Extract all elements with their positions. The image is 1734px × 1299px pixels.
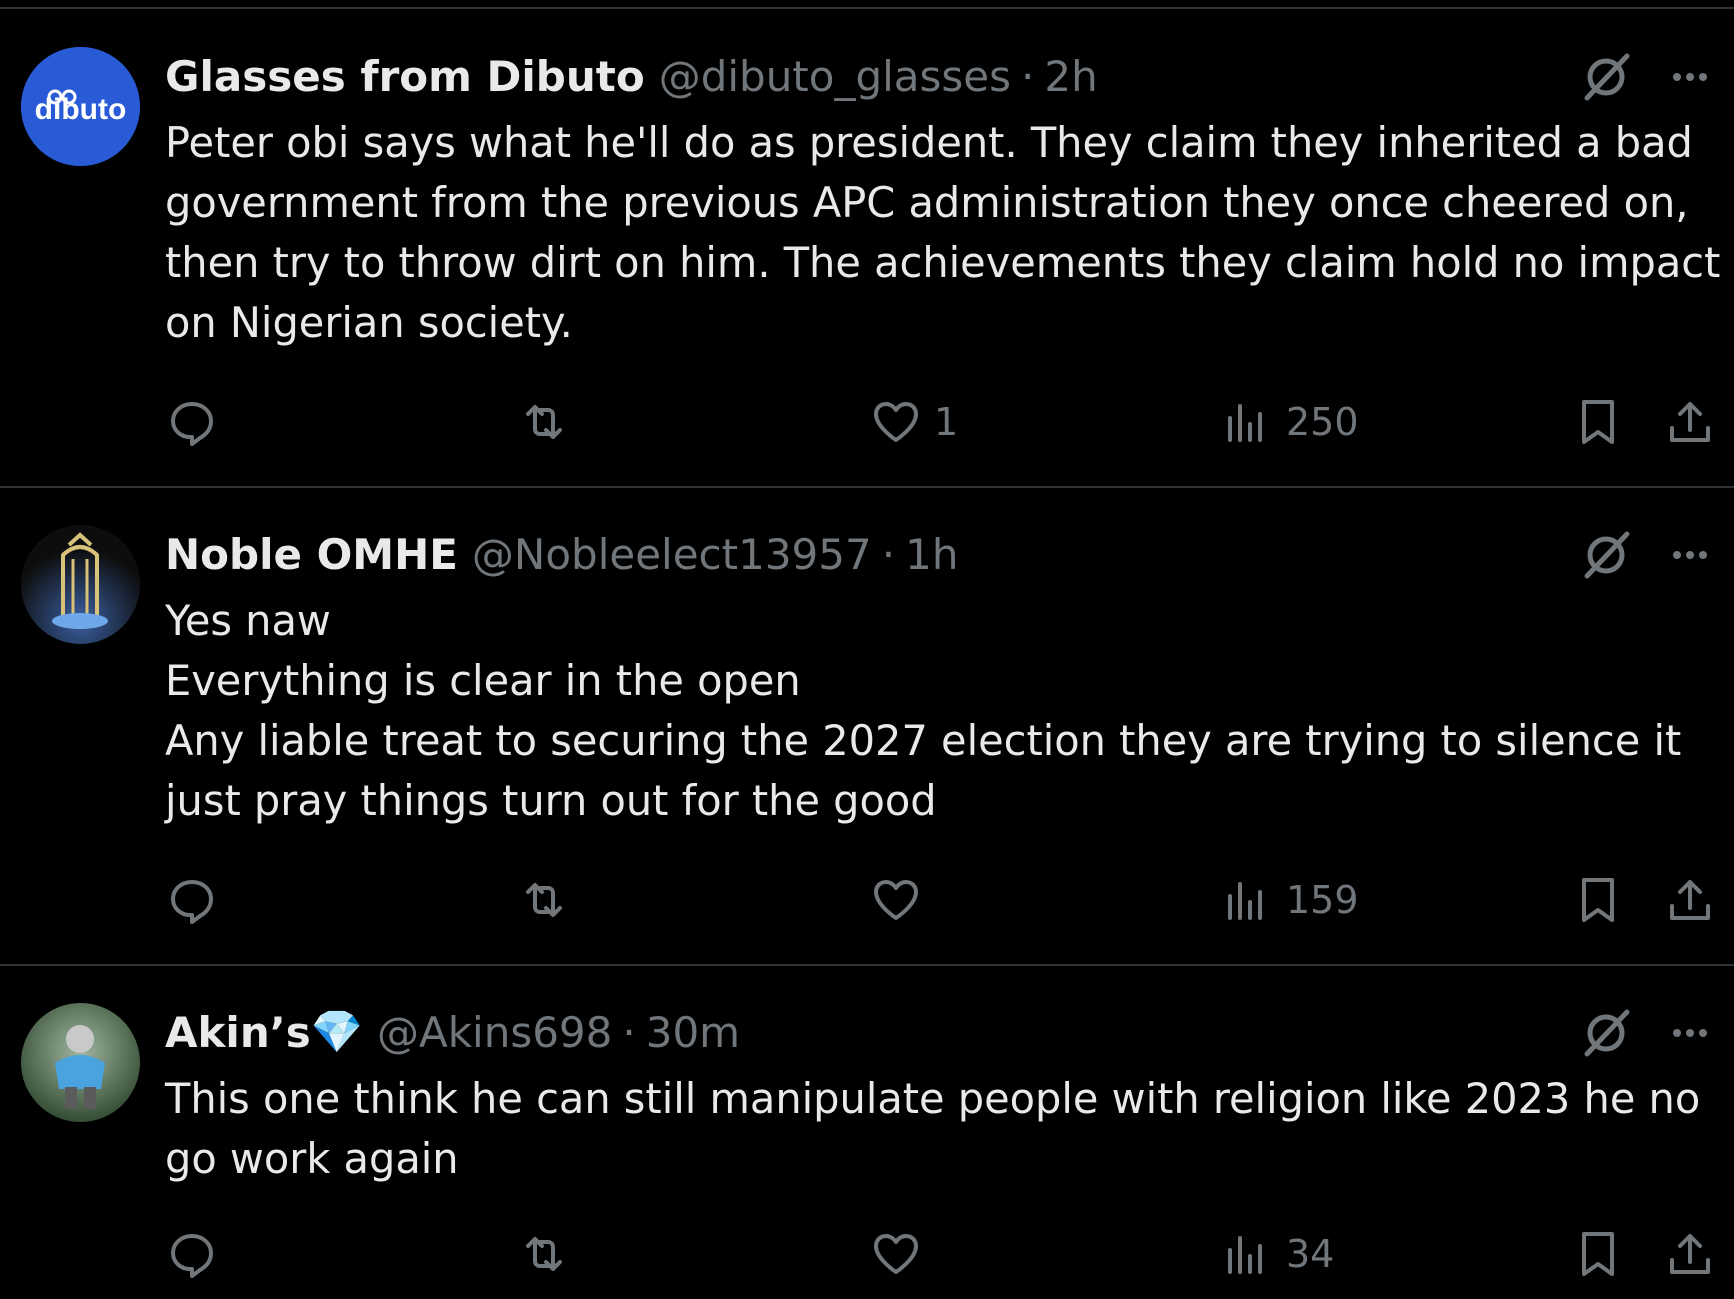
tweet[interactable]: dibuto Glasses from Dibuto @dibuto_glass… <box>0 10 1734 488</box>
timestamp[interactable]: 30m <box>646 1008 740 1057</box>
repost-button[interactable] <box>518 392 582 452</box>
tweet-text-line: Peter obi says what he'll do as presiden… <box>165 118 1693 167</box>
tweet-text: Yes naw Everything is clear in the open … <box>165 591 1685 831</box>
repost-button[interactable] <box>518 870 582 930</box>
views-button[interactable]: 159 <box>1222 870 1359 930</box>
heart-icon <box>870 874 922 926</box>
more-icon[interactable] <box>1666 531 1714 579</box>
display-name[interactable]: Akin’s <box>165 1008 311 1057</box>
avatar[interactable]: dibuto <box>21 47 140 166</box>
tweet-text-line: government from the previous APC adminis… <box>165 178 1689 227</box>
tweet-text-line: Everything is clear in the open <box>165 656 801 705</box>
share-icon <box>1664 874 1716 926</box>
share-button[interactable] <box>1664 392 1716 452</box>
tweet-header: Akin’s 💎 @Akins698 · 30m <box>165 1004 740 1060</box>
timestamp[interactable]: 1h <box>905 530 958 579</box>
more-icon[interactable] <box>1666 1009 1714 1057</box>
tweet-text-line: Any liable treat to securing the 2027 el… <box>165 716 1682 765</box>
tweet-text-line: then try to throw dirt on him. The achie… <box>165 238 1721 287</box>
repost-icon <box>518 874 570 926</box>
reply-icon <box>166 874 218 926</box>
views-button[interactable]: 34 <box>1222 1224 1334 1284</box>
more-icon[interactable] <box>1666 53 1714 101</box>
user-handle[interactable]: @Akins698 <box>377 1008 612 1057</box>
top-divider <box>0 7 1734 9</box>
tweet-text: Peter obi says what he'll do as presiden… <box>165 113 1721 353</box>
reply-button[interactable] <box>166 392 230 452</box>
reply-icon <box>166 1228 218 1280</box>
tweet[interactable]: Noble OMHE @Nobleelect13957 · 1h Yes naw… <box>0 488 1734 966</box>
display-name[interactable]: Glasses from Dibuto <box>165 52 645 101</box>
views-count: 34 <box>1286 1232 1335 1276</box>
tweet-text: This one think he can still manipulate p… <box>165 1069 1701 1189</box>
separator-dot: · <box>1021 51 1035 101</box>
reply-button[interactable] <box>166 870 230 930</box>
views-icon <box>1222 1228 1274 1280</box>
avatar-logo-text: dibuto <box>35 93 127 126</box>
grok-icon[interactable] <box>1579 1006 1633 1060</box>
heart-icon <box>870 396 922 448</box>
views-button[interactable]: 250 <box>1222 392 1359 452</box>
timeline: dibuto Glasses from Dibuto @dibuto_glass… <box>0 0 1734 1299</box>
action-bar: 1 250 <box>0 392 1734 452</box>
bookmark-icon <box>1572 874 1624 926</box>
tweet[interactable]: Akin’s 💎 @Akins698 · 30m This one think … <box>0 966 1734 1299</box>
views-icon <box>1222 874 1274 926</box>
avatar[interactable] <box>21 525 140 644</box>
views-count: 159 <box>1286 878 1359 922</box>
share-icon <box>1664 1228 1716 1280</box>
user-handle[interactable]: @Nobleelect13957 <box>472 530 872 579</box>
share-icon <box>1664 396 1716 448</box>
bookmark-button[interactable] <box>1572 392 1624 452</box>
like-count: 1 <box>934 400 959 444</box>
repost-icon <box>518 1228 570 1280</box>
share-button[interactable] <box>1664 870 1716 930</box>
separator-dot: · <box>881 529 896 579</box>
bookmark-icon <box>1572 1228 1624 1280</box>
diamond-emoji: 💎 <box>310 1007 363 1056</box>
grok-icon[interactable] <box>1579 50 1633 104</box>
bookmark-icon <box>1572 396 1624 448</box>
action-bar: 159 <box>0 870 1734 930</box>
tweet-text-line: This one think he can still manipulate p… <box>165 1074 1701 1123</box>
tweet-header: Glasses from Dibuto @dibuto_glasses · 2h <box>165 48 1098 104</box>
action-bar: 34 <box>0 1224 1734 1284</box>
separator-dot: · <box>622 1007 636 1057</box>
share-button[interactable] <box>1664 1224 1716 1284</box>
bookmark-button[interactable] <box>1572 870 1624 930</box>
heart-icon <box>870 1228 922 1280</box>
like-button[interactable]: 1 <box>870 392 958 452</box>
avatar[interactable] <box>21 1003 140 1122</box>
tweet-text-line: Yes naw <box>165 596 331 645</box>
tweet-text-line: just pray things turn out for the good <box>165 776 937 825</box>
tweet-header: Noble OMHE @Nobleelect13957 · 1h <box>165 526 958 582</box>
tweet-text-line: go work again <box>165 1134 459 1183</box>
repost-button[interactable] <box>518 1224 582 1284</box>
views-icon <box>1222 396 1274 448</box>
like-button[interactable] <box>870 1224 934 1284</box>
timestamp[interactable]: 2h <box>1044 52 1097 101</box>
repost-icon <box>518 396 570 448</box>
display-name[interactable]: Noble OMHE <box>165 530 458 579</box>
tweet-text-line: on Nigerian society. <box>165 298 573 347</box>
bookmark-button[interactable] <box>1572 1224 1624 1284</box>
like-button[interactable] <box>870 870 934 930</box>
user-handle[interactable]: @dibuto_glasses <box>659 52 1011 101</box>
grok-icon[interactable] <box>1579 528 1633 582</box>
reply-icon <box>166 396 218 448</box>
views-count: 250 <box>1286 400 1359 444</box>
reply-button[interactable] <box>166 1224 230 1284</box>
